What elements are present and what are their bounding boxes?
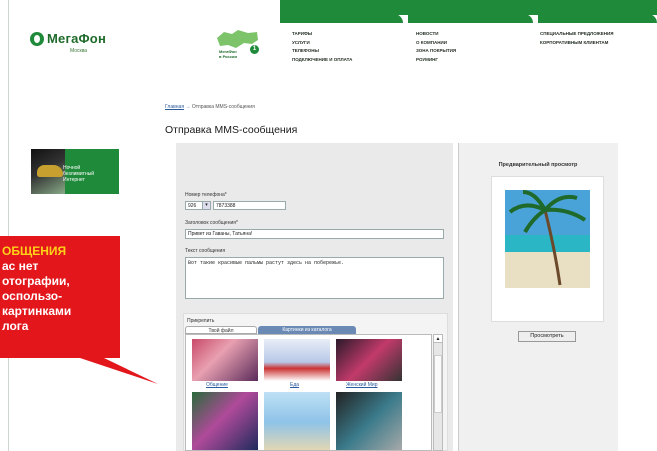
nav-link[interactable]: Корпоративным клиентам: [540, 39, 613, 48]
picture-gallery: Общение Еда Женский Мир: [185, 334, 432, 451]
phone-label: Номер телефона*: [185, 192, 227, 198]
nav-link[interactable]: Специальные предложения: [540, 30, 613, 39]
phone-code-select[interactable]: 926 ▾: [185, 201, 211, 210]
nav-column-3: Специальные предложения Корпоративным кл…: [540, 30, 613, 47]
gallery-thumb[interactable]: [264, 392, 330, 450]
nav-link[interactable]: Роуминг: [416, 56, 456, 65]
phone-code-value: 926: [188, 203, 197, 209]
preview-palm-image: [505, 190, 590, 288]
breadcrumb-current: Отправка MMS-сообщения: [191, 104, 255, 110]
attach-label: Прикрепить: [187, 318, 215, 324]
breadcrumb: Главная → Отправка MMS-сообщения: [165, 104, 255, 110]
gallery-thumb-food[interactable]: [264, 339, 330, 381]
gallery-thumb[interactable]: [336, 392, 402, 450]
nav-link[interactable]: О компании: [416, 39, 456, 48]
breadcrumb-separator: →: [185, 104, 191, 110]
map-badge-line2: в России: [219, 54, 237, 59]
callout-line-first: ОБЩЕНИЯ: [2, 244, 67, 258]
subject-label: Заголовок сообщения*: [185, 220, 238, 226]
breadcrumb-home-link[interactable]: Главная: [165, 104, 184, 110]
megafon-logo-icon: [30, 31, 44, 46]
nav-link[interactable]: Подключение и оплата: [292, 56, 352, 65]
promo-car-image: [31, 149, 65, 194]
tab-catalog[interactable]: Картинки из каталога: [258, 326, 356, 334]
chevron-up-icon[interactable]: ▲: [434, 335, 442, 343]
callout-lines: ас нет отографии, оспользо- картинками л…: [2, 259, 72, 333]
nav-column-1: Тарифы Услуги Телефоны Подключение и опл…: [292, 30, 352, 64]
subject-input[interactable]: Привет из Гаваны, Татьяна!: [185, 229, 444, 239]
message-label: Текст сообщения: [185, 248, 226, 254]
chevron-down-icon[interactable]: ▾: [202, 202, 210, 209]
header-tab-shapes: [280, 14, 657, 23]
nav-link[interactable]: Зона покрытия: [416, 47, 456, 56]
nav-link[interactable]: Телефоны: [292, 47, 352, 56]
logo-region: Москва: [70, 48, 88, 54]
megafon-logo[interactable]: МегаФон: [30, 31, 106, 46]
gallery-caption[interactable]: Еда: [290, 382, 299, 388]
preview-title: Предварительный просмотр: [498, 162, 578, 168]
nav-link[interactable]: Услуги: [292, 39, 352, 48]
message-textarea[interactable]: Вот такие красивые пальмы растут здесь н…: [185, 257, 444, 299]
promo-banner[interactable]: Ночной безлимитный Интернет: [31, 149, 119, 194]
nav-link[interactable]: Новости: [416, 30, 456, 39]
gallery-thumb[interactable]: [192, 392, 258, 450]
map-badge-number: 1: [250, 45, 259, 54]
header-green-bar: [280, 0, 657, 15]
logo-text: МегаФон: [47, 31, 106, 46]
nav-column-2: Новости О компании Зона покрытия Роуминг: [416, 30, 456, 64]
nav-link[interactable]: Тарифы: [292, 30, 352, 39]
scrollbar-thumb[interactable]: [434, 355, 442, 413]
callout-text: ОБЩЕНИЯ ас нет отографии, оспользо- карт…: [2, 244, 71, 334]
gallery-thumb-womens-world[interactable]: [336, 339, 402, 381]
gallery-caption[interactable]: Общение: [206, 382, 228, 388]
tab-own-file[interactable]: Твой файл: [185, 326, 257, 334]
phone-number-input[interactable]: 7873388: [213, 201, 286, 210]
gallery-thumb-communication[interactable]: [192, 339, 258, 381]
gallery-scrollbar[interactable]: ▲: [433, 334, 443, 451]
preview-button[interactable]: Просмотреть: [518, 331, 576, 342]
page-title: Отправка MMS-сообщения: [165, 124, 298, 136]
gallery-caption[interactable]: Женский Мир: [346, 382, 378, 388]
promo-text: Ночной безлимитный Интернет: [63, 165, 95, 183]
